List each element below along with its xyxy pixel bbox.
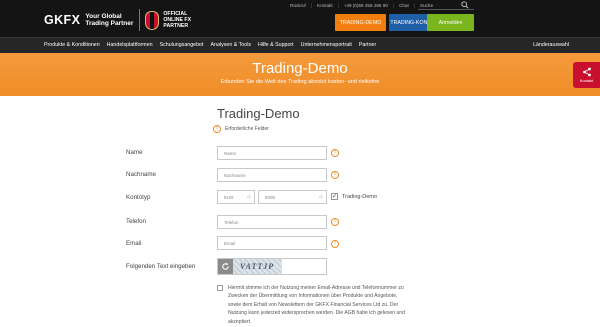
- lastname-input[interactable]: Nachname: [217, 168, 327, 182]
- utility-separator: |: [337, 3, 339, 8]
- nav-menu: Produkte & Konditionen Handelsplattforme…: [44, 42, 376, 48]
- phone-info-icon[interactable]: !: [331, 218, 339, 226]
- email-info-icon[interactable]: !: [331, 240, 339, 248]
- search-label[interactable]: Suche: [420, 3, 433, 8]
- required-hint: ! Erforderliche Felder: [213, 125, 269, 133]
- form-title: Trading-Demo: [217, 106, 300, 121]
- logo-tagline: Your Global Trading Partner: [85, 13, 133, 28]
- captcha-label: Folgenden Text eingeben: [126, 263, 196, 270]
- utility-links: Rückruf | Kontakt | +49 (0)69 256 286 90…: [290, 3, 433, 8]
- amount-select[interactable]: 5000 ◇: [258, 190, 327, 204]
- logo-divider: [139, 9, 141, 31]
- phone-number[interactable]: +49 (0)69 256 286 90: [344, 3, 388, 8]
- page-banner: Trading-Demo Erkunden Sie die Welt des T…: [0, 53, 600, 96]
- demo-checkbox-label: Trading-Demo: [342, 193, 377, 200]
- nav-item-handelsplattformen[interactable]: Handelsplattformen: [107, 42, 153, 48]
- utility-separator: |: [413, 3, 415, 8]
- chevron-updown-icon: ◇: [247, 194, 251, 200]
- search-underline: [418, 9, 474, 10]
- account-type-label: Kontotyp: [126, 194, 151, 201]
- partner-line3: PARTNER: [163, 23, 189, 29]
- consent-text: Hiermit stimme ich der Nutzung meiner Em…: [228, 285, 405, 325]
- nav-item-hilfe[interactable]: Hilfe & Support: [258, 42, 294, 48]
- demo-checkbox-group[interactable]: ✓ Trading-Demo: [331, 193, 377, 200]
- name-input[interactable]: Name: [217, 146, 327, 160]
- amount-value: 5000: [265, 194, 276, 200]
- main-navigation: Produkte & Konditionen Handelsplattforme…: [0, 37, 600, 53]
- kontakt-share-button[interactable]: Kontakt: [573, 62, 600, 88]
- chevron-updown-icon: ◇: [319, 194, 323, 200]
- chat-link[interactable]: Chat: [399, 3, 409, 8]
- required-hint-text: Erforderliche Felder: [225, 126, 269, 132]
- currency-select[interactable]: EUR ◇: [217, 190, 255, 204]
- contact-link[interactable]: Kontakt: [317, 3, 333, 8]
- utility-separator: |: [392, 3, 395, 8]
- nav-item-analysen[interactable]: Analysen & Tools: [210, 42, 251, 48]
- login-button[interactable]: Anmelden: [427, 14, 474, 31]
- captcha-box: VATTJP: [217, 258, 327, 275]
- top-header: GKFX Your Global Trading Partner OFFICIA…: [0, 0, 600, 37]
- kontakt-label: Kontakt: [579, 78, 594, 83]
- logo-tagline-line2: Trading Partner: [85, 20, 134, 27]
- nav-item-produkte[interactable]: Produkte & Konditionen: [44, 42, 100, 48]
- banner-title: Trading-Demo: [252, 60, 348, 77]
- phone-label: Telefon: [126, 218, 146, 225]
- consent-group: Hiermit stimme ich der Nutzung meiner Em…: [217, 284, 407, 326]
- brand-logo[interactable]: GKFX Your Global Trading Partner OFFICIA…: [44, 9, 191, 31]
- utility-separator: |: [310, 3, 313, 8]
- lastname-info-icon[interactable]: !: [331, 171, 339, 179]
- nav-item-partner[interactable]: Partner: [359, 42, 376, 48]
- country-selector[interactable]: Länderauswahl: [533, 42, 569, 48]
- currency-value: EUR: [224, 194, 234, 200]
- share-icon: [582, 67, 591, 77]
- logo-tagline-line1: Your Global: [85, 12, 122, 20]
- refresh-arrow-icon: [222, 262, 229, 270]
- nav-item-unternehmensportrait[interactable]: Unternehmensportrait: [301, 42, 352, 48]
- callback-link[interactable]: Rückruf: [290, 3, 306, 8]
- lastname-label: Nachname: [126, 171, 156, 178]
- checkbox-checked-icon[interactable]: ✓: [331, 193, 338, 200]
- banner-subtitle: Erkunden Sie die Welt des Trading absolu…: [220, 79, 380, 85]
- name-info-icon[interactable]: !: [331, 149, 339, 157]
- email-input[interactable]: Email: [217, 236, 327, 250]
- info-icon: !: [213, 125, 221, 133]
- partner-text: OFFICIAL ONLINE FX PARTNER: [163, 11, 191, 29]
- captcha-image: VATTJP: [233, 259, 281, 274]
- phone-input[interactable]: Telefon: [217, 215, 327, 229]
- email-label: Email: [126, 240, 142, 247]
- search-icon[interactable]: [461, 1, 469, 9]
- trading-demo-button[interactable]: TRADING-DEMO: [335, 14, 386, 31]
- name-label: Name: [126, 149, 143, 156]
- logo-wordmark: GKFX: [44, 13, 81, 27]
- consent-checkbox[interactable]: [217, 285, 223, 291]
- refresh-icon[interactable]: [218, 259, 233, 274]
- nav-item-schulungsangebot[interactable]: Schulungsangebot: [160, 42, 204, 48]
- captcha-input[interactable]: [281, 259, 326, 274]
- club-crest-icon: [145, 10, 160, 30]
